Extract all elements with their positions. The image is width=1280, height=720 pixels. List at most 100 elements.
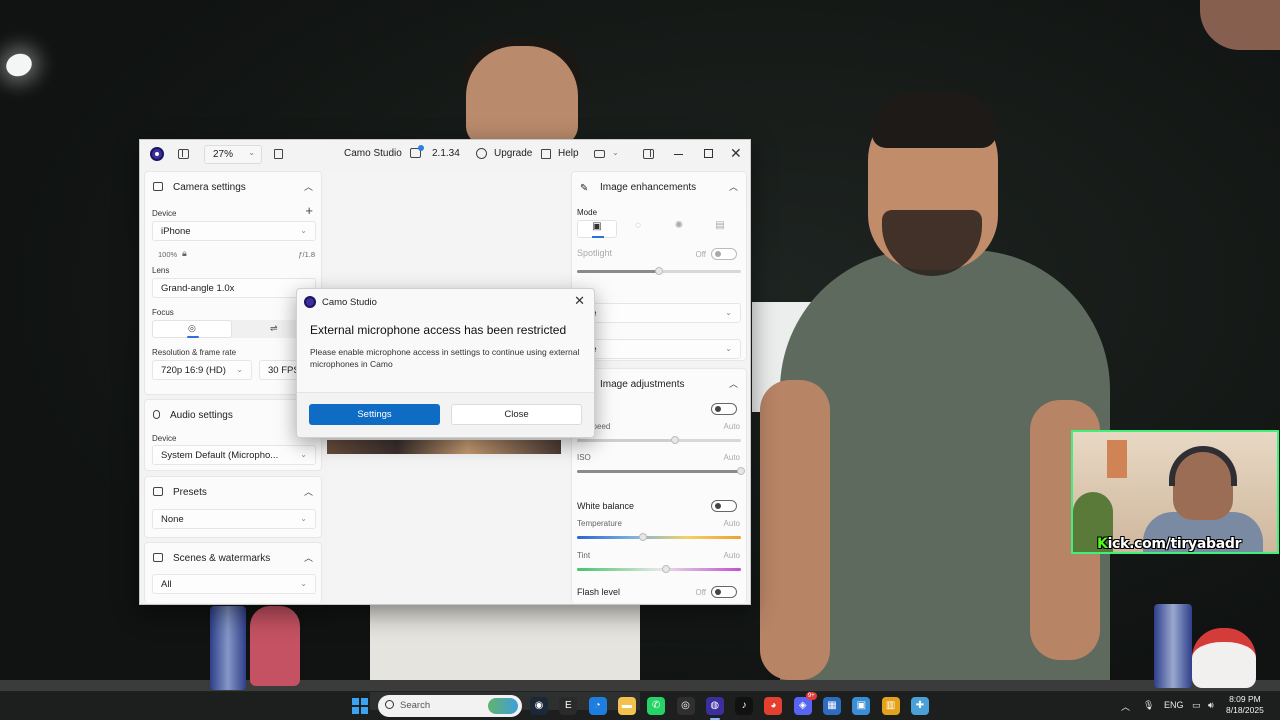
spotlight-slider[interactable]	[577, 267, 741, 275]
steam-icon[interactable]: ◉	[530, 697, 548, 715]
slider-knob[interactable]	[671, 436, 680, 444]
network-icon[interactable]: ▭	[1192, 700, 1201, 711]
edge-icon[interactable]: ◔	[588, 697, 607, 715]
presets-select[interactable]: None ⌄	[152, 509, 316, 529]
image-adjustments-title: Image adjustments	[600, 379, 685, 390]
person-right-arm	[760, 380, 830, 680]
chevron-down-icon: ⌄	[725, 308, 732, 317]
sidebar-toggle-icon[interactable]	[178, 149, 189, 159]
image-enhancements-card: ✎︎ Image enhancements ︿ Mode ▣ ◌ ✺ ▤ Spot…	[571, 171, 747, 361]
audio-device-select[interactable]: System Default (Micropho... ⌄	[152, 445, 316, 465]
audio-settings-header[interactable]: Audio settings	[153, 410, 233, 421]
flash-toggle[interactable]	[711, 586, 737, 598]
windows-start-icon[interactable]	[352, 698, 368, 714]
focus-mode-toggle[interactable]: ◎ ⇌	[152, 320, 316, 338]
file-explorer-icon[interactable]: ▬	[617, 697, 636, 715]
language-indicator[interactable]: ENG	[1164, 700, 1184, 710]
slider-knob[interactable]	[655, 267, 663, 275]
chevron-up-icon[interactable]: ︿	[304, 551, 313, 564]
chevron-up-icon[interactable]: ︿	[729, 180, 738, 193]
temperature-auto: Auto	[723, 519, 740, 528]
lens-select[interactable]: Grand-angle 1.0x ⌄	[152, 278, 316, 298]
device-select[interactable]: iPhone ⌄	[152, 221, 316, 241]
chevron-up-icon[interactable]: ︿	[304, 485, 313, 498]
enhancement-select-2[interactable]: ne ⌄	[577, 339, 741, 359]
device-value: iPhone	[161, 226, 191, 237]
scenes-header[interactable]: Scenes & watermarks	[153, 553, 270, 564]
lock-icon[interactable]: 🔒︎	[182, 248, 187, 259]
app-icon-2[interactable]: ▣	[852, 697, 871, 715]
shutter-speed-slider[interactable]	[577, 436, 741, 444]
help-button[interactable]: Help	[538, 145, 585, 164]
close-button[interactable]: Close	[451, 404, 582, 425]
add-device-icon[interactable]: +	[305, 203, 313, 218]
whatsapp-icon[interactable]: ✆	[647, 697, 666, 715]
chevron-down-icon: ⌄	[300, 226, 307, 235]
enhancement-select-1[interactable]: ne ⌄	[577, 303, 741, 323]
tint-label: Tint	[577, 551, 591, 560]
slider-knob[interactable]	[638, 533, 647, 541]
mode-light-icon[interactable]: ✺	[659, 220, 699, 238]
shutter-auto: Auto	[723, 422, 740, 431]
feedback-icon[interactable]	[410, 145, 424, 158]
obs-icon[interactable]: ◎	[676, 697, 695, 715]
spotlight-toggle[interactable]	[711, 248, 737, 260]
discord-icon[interactable]: ◈ 9+	[793, 692, 817, 715]
scenes-card: Scenes & watermarks ︿ All ⌄	[144, 542, 322, 603]
slider-knob[interactable]	[661, 565, 670, 573]
maximize-button[interactable]	[704, 149, 713, 158]
app-icon-4[interactable]: ✚	[910, 697, 929, 715]
mode-selector[interactable]: ▣ ◌ ✺ ▤	[577, 220, 741, 238]
epic-games-icon[interactable]: E	[559, 697, 578, 715]
app-icon[interactable]: ▦	[823, 697, 841, 715]
taskbar-search[interactable]: Search	[378, 695, 522, 717]
mode-portrait-icon[interactable]: ▣	[577, 220, 617, 238]
microphone-tray-icon[interactable]: 🎙︎	[1143, 700, 1154, 711]
presets-header[interactable]: Presets	[153, 487, 207, 498]
record-icon[interactable]	[594, 150, 605, 158]
settings-button[interactable]: Settings	[309, 404, 440, 425]
tray-overflow-icon[interactable]: ︿	[1121, 700, 1130, 713]
focus-manual-icon[interactable]: ⇌	[270, 323, 278, 334]
exposure-toggle[interactable]	[711, 403, 737, 415]
dialog-close-icon[interactable]: ✕	[574, 293, 585, 309]
resolution-select[interactable]: 720p 16:9 (HD) ⌄	[152, 360, 252, 380]
slider-knob[interactable]	[737, 467, 745, 475]
chevron-up-icon[interactable]: ︿	[304, 180, 313, 193]
person-right-hair	[872, 92, 996, 148]
dialog-title: External microphone access has been rest…	[310, 323, 567, 337]
resolution-value: 720p 16:9 (HD)	[161, 365, 226, 376]
chevron-down-icon: ⌄	[300, 450, 307, 459]
iso-auto: Auto	[723, 453, 740, 462]
zoom-select[interactable]: 27% ⌄	[204, 145, 262, 164]
clock[interactable]: 8:09 PM 8/18/2025	[1226, 694, 1264, 716]
chevron-down-icon: ⌄	[300, 579, 307, 588]
mode-person-icon[interactable]: ▤	[700, 220, 740, 238]
scenes-select[interactable]: All ⌄	[152, 574, 316, 594]
upgrade-button[interactable]: Upgrade	[472, 145, 538, 164]
iso-label: ISO	[577, 453, 591, 462]
chevron-down-icon: ⌄	[725, 344, 732, 353]
panel-toggle-icon[interactable]	[643, 149, 654, 159]
white-balance-toggle[interactable]	[711, 500, 737, 512]
presets-card: Presets ︿ None ⌄	[144, 476, 322, 538]
app-icon-3[interactable]: ▥	[881, 697, 900, 715]
mode-blur-icon[interactable]: ◌	[618, 220, 658, 238]
layout-icon[interactable]	[274, 149, 283, 159]
chrome-icon[interactable]: ◕	[764, 697, 783, 715]
camo-icon[interactable]: ◍	[705, 697, 724, 715]
camera-settings-header[interactable]: Camera settings	[153, 182, 246, 193]
image-enhancements-header[interactable]: ✎︎ Image enhancements	[580, 182, 696, 194]
tint-slider[interactable]	[577, 565, 741, 573]
chevron-down-icon[interactable]: ⌄	[612, 148, 619, 157]
webcam-overlay: Kick.com/tiryabadr	[1071, 430, 1279, 554]
chevron-up-icon[interactable]: ︿	[729, 377, 738, 390]
iso-slider[interactable]	[577, 467, 745, 475]
tiktok-icon[interactable]: ♪	[735, 697, 754, 715]
scenes-icon	[153, 553, 163, 562]
minimize-button[interactable]	[674, 154, 683, 156]
close-window-button[interactable]: ✕	[730, 145, 742, 162]
volume-icon[interactable]: 🔊︎	[1208, 700, 1214, 711]
image-adjustments-header[interactable]: Image adjustments	[580, 379, 685, 390]
temperature-slider[interactable]	[577, 533, 741, 541]
